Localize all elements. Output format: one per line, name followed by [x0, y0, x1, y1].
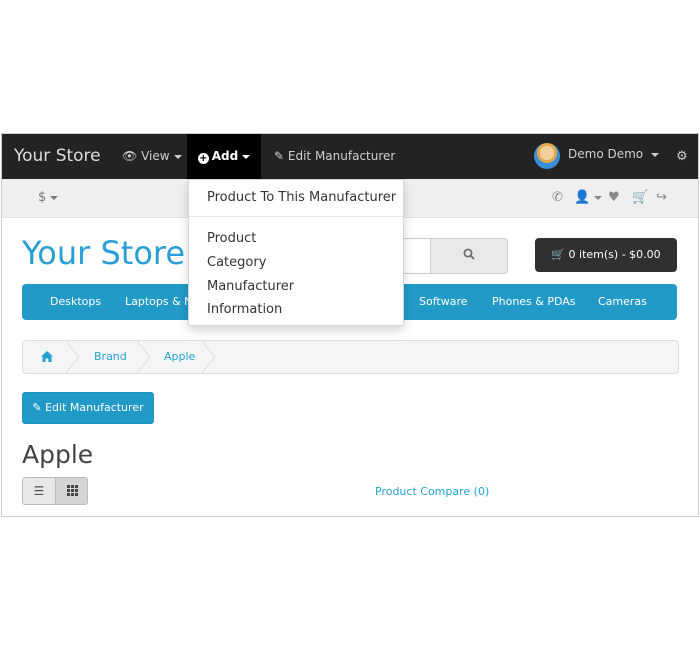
cart-button[interactable]: 🛒 0 item(s) - $0.00	[535, 238, 677, 272]
caret-down-icon	[242, 154, 251, 159]
store-logo[interactable]: Your Store	[22, 234, 185, 272]
dropdown-item-information[interactable]: Information	[207, 302, 282, 317]
pencil-icon: ✎	[274, 149, 285, 163]
add-dropdown-menu: Product To This Manufacturer Product Cat…	[188, 179, 404, 326]
page-title: Apple	[22, 440, 94, 469]
currency-selector[interactable]: $	[38, 179, 59, 217]
admin-store-name[interactable]: Your Store	[14, 134, 101, 179]
breadcrumb-separator	[136, 341, 151, 373]
dropdown-item-product-to-manufacturer[interactable]: Product To This Manufacturer	[207, 190, 396, 205]
phone-icon[interactable]: ✆	[552, 179, 563, 217]
grid-icon	[66, 485, 78, 496]
breadcrumb-separator	[201, 341, 216, 373]
menu-item-desktops[interactable]: Desktops	[50, 284, 101, 320]
dropdown-item-product[interactable]: Product	[207, 231, 256, 246]
caret-down-icon	[173, 154, 182, 159]
view-menu[interactable]: 👁 View	[122, 134, 182, 179]
cart-label: 0 item(s) - $0.00	[568, 248, 661, 261]
dropdown-item-manufacturer[interactable]: Manufacturer	[207, 279, 294, 294]
username: Demo Demo	[568, 147, 644, 161]
menu-item-phones[interactable]: Phones & PDAs	[492, 284, 576, 320]
plus-circle-icon: +	[197, 153, 209, 164]
product-compare-link[interactable]: Product Compare (0)	[375, 485, 489, 498]
admin-bar: Your Store 👁 View + Add ✎ Edit Manufactur…	[2, 134, 698, 179]
heart-icon[interactable]: ♥	[608, 179, 620, 217]
search-icon	[463, 248, 475, 260]
dropdown-divider	[189, 216, 403, 217]
view-menu-label: View	[141, 149, 170, 163]
share-icon[interactable]: ↪	[656, 179, 667, 217]
edit-manufacturer-button-label: Edit Manufacturer	[45, 401, 144, 414]
edit-manufacturer-button[interactable]: ✎ Edit Manufacturer	[22, 392, 154, 424]
caret-down-icon	[50, 195, 59, 200]
caret-down-icon	[651, 152, 660, 157]
eye-icon: 👁	[122, 149, 138, 163]
view-toggle: ☰	[22, 477, 88, 505]
edit-manufacturer-link[interactable]: ✎ Edit Manufacturer	[274, 134, 395, 179]
avatar[interactable]	[534, 143, 560, 169]
breadcrumb-brand[interactable]: Brand	[94, 341, 127, 373]
search-input[interactable]	[400, 238, 431, 274]
add-menu[interactable]: + Add	[187, 134, 261, 179]
menu-item-software[interactable]: Software	[419, 284, 468, 320]
user-menu[interactable]: Demo Demo	[568, 134, 660, 179]
list-view-button[interactable]: ☰	[23, 478, 55, 504]
menu-item-laptops[interactable]: Laptops & N	[125, 284, 192, 320]
breadcrumb-apple[interactable]: Apple	[164, 341, 195, 373]
dropdown-item-category[interactable]: Category	[207, 255, 266, 270]
gear-icon[interactable]: ⚙	[676, 134, 688, 179]
search-button[interactable]	[430, 238, 508, 274]
home-icon[interactable]	[41, 351, 53, 362]
user-icon[interactable]: 👤	[574, 179, 603, 217]
browser-viewport: Your Store 👁 View + Add ✎ Edit Manufactur…	[1, 133, 699, 517]
cart-icon: 🛒	[551, 248, 566, 261]
currency-symbol: $	[38, 190, 47, 205]
edit-icon: ✎	[32, 401, 42, 414]
breadcrumb: Brand Apple	[22, 340, 679, 374]
cart-icon[interactable]: 🛒	[632, 179, 648, 217]
breadcrumb-separator	[65, 341, 80, 373]
list-icon: ☰	[33, 484, 45, 498]
edit-manufacturer-label: Edit Manufacturer	[287, 149, 396, 163]
menu-item-cameras[interactable]: Cameras	[598, 284, 647, 320]
add-menu-label: Add	[211, 149, 239, 163]
grid-view-button[interactable]	[55, 478, 87, 504]
